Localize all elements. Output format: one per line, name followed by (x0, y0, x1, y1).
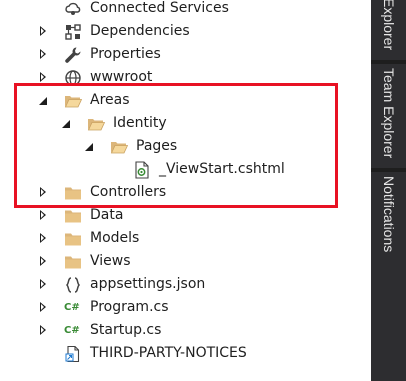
expand-arrow-icon[interactable] (38, 250, 50, 273)
csharp-file-icon: C# (64, 325, 80, 336)
tree-item-dependencies[interactable]: Dependencies (0, 20, 371, 43)
tree-item-label: appsettings.json (90, 276, 206, 292)
json-file-icon (64, 276, 82, 294)
tree-item-label: wwwroot (90, 69, 153, 85)
tree-item-viewstart[interactable]: _ViewStart.cshtml (0, 158, 371, 181)
folder-open-icon (87, 115, 106, 133)
expand-arrow-icon[interactable] (38, 20, 50, 43)
tree-item-label: Data (90, 207, 124, 223)
csharp-file-icon: C# (64, 302, 80, 313)
sidebar-separator (371, 168, 406, 172)
sidebar-tab-team-explorer[interactable]: Team Explorer (371, 68, 406, 158)
tree-item-label: Areas (90, 92, 130, 108)
tree-item-models[interactable]: Models (0, 227, 371, 250)
expand-arrow-icon[interactable] (38, 227, 50, 250)
folder-icon (64, 207, 82, 225)
tree-item-identity[interactable]: Identity (0, 112, 371, 135)
folder-open-icon (110, 138, 129, 156)
folder-icon (64, 230, 82, 248)
tree-item-label: Views (90, 253, 131, 269)
tree-item-label: Startup.cs (90, 322, 162, 338)
expand-arrow-icon[interactable] (38, 204, 50, 227)
tree-item-pages[interactable]: Pages (0, 135, 371, 158)
tree-item-third-party-notices[interactable]: THIRD-PARTY-NOTICES (0, 342, 371, 365)
tree-item-label: Connected Services (90, 0, 229, 16)
tree-item-label: THIRD-PARTY-NOTICES (90, 345, 247, 361)
folder-icon (64, 253, 82, 271)
collapse-arrow-icon[interactable] (84, 135, 96, 158)
tree-item-label: _ViewStart.cshtml (159, 161, 285, 177)
tree-item-label: Identity (113, 115, 167, 131)
dependencies-icon (64, 23, 82, 41)
folder-icon (64, 184, 82, 202)
folder-open-icon (64, 92, 83, 110)
sidebar-tab-notifications[interactable]: Notifications (371, 176, 406, 252)
tool-window-sidebar: Explorer Team Explorer Notifications (371, 0, 406, 381)
collapse-arrow-icon[interactable] (38, 89, 50, 112)
expand-arrow-icon[interactable] (38, 319, 50, 342)
tree-item-program-cs[interactable]: C# Program.cs (0, 296, 371, 319)
tree-item-label: Properties (90, 46, 161, 62)
expand-arrow-icon[interactable] (38, 181, 50, 204)
tree-item-views[interactable]: Views (0, 250, 371, 273)
tree-item-controllers[interactable]: Controllers (0, 181, 371, 204)
tree-item-label: Pages (136, 138, 178, 154)
tree-item-connected-services[interactable]: Connected Services (0, 0, 371, 20)
tree-item-label: Program.cs (90, 299, 169, 315)
globe-icon (64, 69, 82, 87)
razor-file-icon (133, 161, 151, 179)
expand-arrow-icon[interactable] (38, 273, 50, 296)
expand-arrow-icon[interactable] (38, 43, 50, 66)
solution-explorer-tree: Connected Services Dependencies Properti… (0, 0, 371, 381)
wrench-icon (64, 46, 82, 64)
sidebar-separator (371, 60, 406, 64)
sidebar-tab-solution-explorer[interactable]: Explorer (371, 0, 406, 50)
tree-item-label: Dependencies (90, 23, 190, 39)
tree-item-wwwroot[interactable]: wwwroot (0, 66, 371, 89)
tree-item-areas[interactable]: Areas (0, 89, 371, 112)
tree-item-appsettings[interactable]: appsettings.json (0, 273, 371, 296)
expand-arrow-icon[interactable] (38, 66, 50, 89)
text-file-icon (64, 345, 82, 363)
tree-item-startup-cs[interactable]: C# Startup.cs (0, 319, 371, 342)
tree-item-label: Models (90, 230, 140, 246)
tree-item-label: Controllers (90, 184, 167, 200)
expand-arrow-icon[interactable] (38, 296, 50, 319)
tree-item-data[interactable]: Data (0, 204, 371, 227)
tree-item-properties[interactable]: Properties (0, 43, 371, 66)
cloud-connected-icon (64, 0, 82, 18)
collapse-arrow-icon[interactable] (61, 112, 73, 135)
